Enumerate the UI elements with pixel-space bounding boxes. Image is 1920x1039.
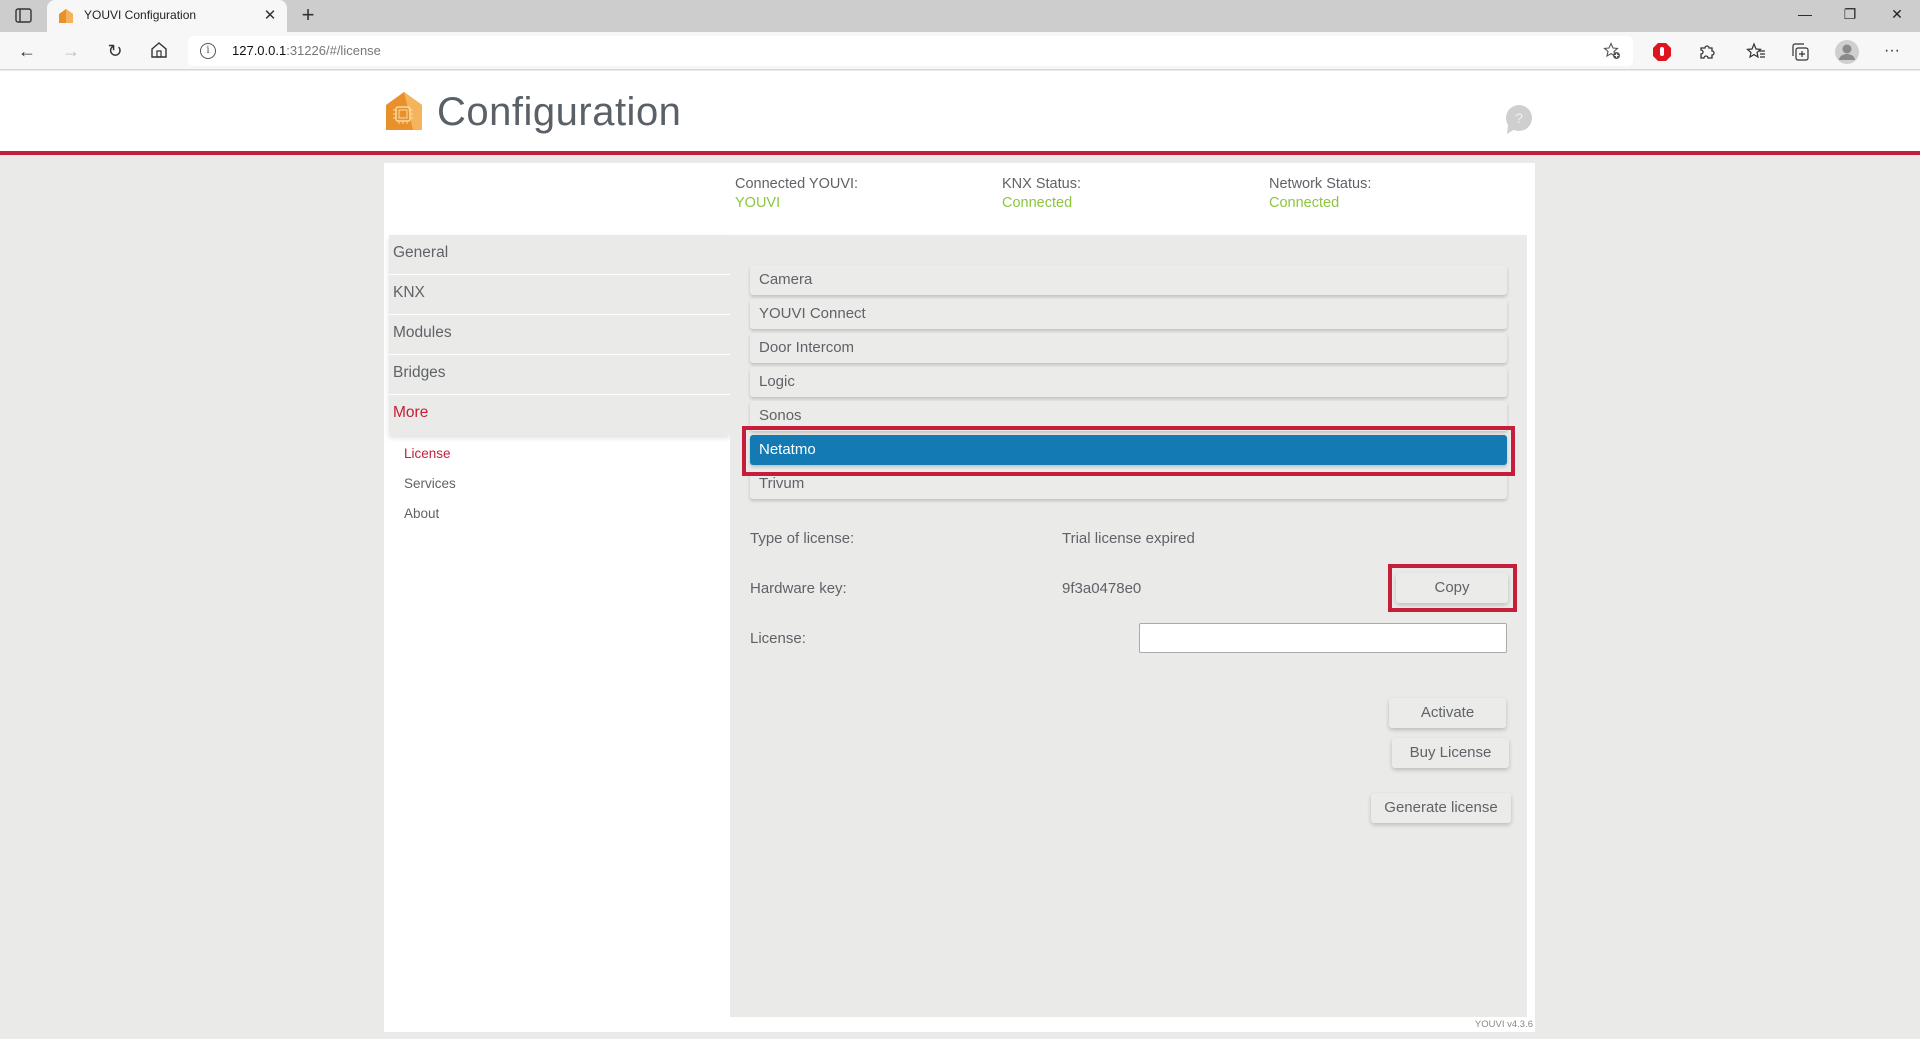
status-label: Network Status: [1269,176,1372,192]
sidebar-subnav: License Services About [404,444,456,534]
browser-toolbar: ← → ↻ i 127.0.0.1:31226/#/license ··· [0,32,1920,70]
subnav-item-services[interactable]: Services [404,474,456,504]
license-main: Camera YOUVI Connect Door Intercom Logic… [730,235,1527,1017]
adblock-icon[interactable] [1652,42,1672,62]
extensions-icon[interactable] [1697,42,1717,62]
restore-icon[interactable]: ❐ [1838,6,1862,26]
content-panel: General KNX Modules Bridges More License… [389,235,1527,1017]
copy-button[interactable]: Copy [1396,573,1508,603]
minimize-icon[interactable]: — [1793,6,1817,26]
browser-tab[interactable]: YOUVI Configuration ✕ [47,0,287,32]
header-divider [0,151,1920,155]
module-tab-door-intercom[interactable]: Door Intercom [750,333,1507,363]
module-tab-netatmo[interactable]: Netatmo [750,435,1507,465]
forward-icon[interactable]: → [60,41,82,63]
url-text[interactable]: 127.0.0.1:31226/#/license [232,43,381,58]
address-bar[interactable]: i 127.0.0.1:31226/#/license [188,36,1633,66]
status-label: KNX Status: [1002,176,1081,192]
subnav-item-about[interactable]: About [404,504,456,534]
refresh-icon[interactable]: ↻ [104,41,126,63]
main-card: Connected YOUVI: YOUVI KNX Status: Conne… [384,163,1535,1032]
sidebar-item-modules[interactable]: Modules [389,315,730,355]
license-input[interactable] [1139,623,1507,653]
hardware-key-label: Hardware key: [750,580,847,597]
status-value: YOUVI [735,195,781,211]
tab-title: YOUVI Configuration [84,8,197,22]
status-knx: KNX Status: Connected [1002,176,1081,211]
more-options-icon[interactable]: ··· [1882,42,1902,62]
page-header: Configuration ? [0,71,1920,151]
help-icon[interactable]: ? [1505,105,1533,135]
close-tab-icon[interactable]: ✕ [261,6,279,24]
hardware-key-value: 9f3a0478e0 [1062,580,1142,597]
subnav-item-license[interactable]: License [404,444,456,474]
youvi-favicon-icon [58,8,74,24]
module-tab-sonos[interactable]: Sonos [750,401,1507,431]
url-host: 127.0.0.1 [232,43,287,58]
status-network: Network Status: Connected [1269,176,1371,211]
status-connected-youvi: Connected YOUVI: YOUVI [735,176,858,211]
tab-actions-icon[interactable] [14,7,34,25]
sidebar-nav: General KNX Modules Bridges More [389,235,730,435]
youvi-logo-icon [385,91,423,131]
home-icon[interactable] [148,41,170,63]
module-tab-camera[interactable]: Camera [750,265,1507,295]
generate-license-button[interactable]: Generate license [1371,793,1511,823]
module-tab-list: Camera YOUVI Connect Door Intercom Logic… [750,265,1507,503]
module-tab-youvi-connect[interactable]: YOUVI Connect [750,299,1507,329]
collections-icon[interactable] [1790,42,1810,62]
version-label: YOUVI v4.3.6 [1474,1019,1533,1030]
license-label: License: [750,630,806,647]
license-type-label: Type of license: [750,530,855,547]
favorites-icon[interactable] [1746,42,1766,62]
site-info-icon[interactable]: i [200,43,216,59]
status-value: Connected [1002,195,1073,211]
sidebar-item-bridges[interactable]: Bridges [389,355,730,395]
new-tab-icon[interactable]: + [296,3,320,27]
close-window-icon[interactable]: ✕ [1885,6,1909,26]
buy-license-button[interactable]: Buy License [1392,738,1509,768]
svg-text:?: ? [1515,110,1523,126]
module-tab-trivum[interactable]: Trivum [750,469,1507,499]
status-label: Connected YOUVI: [735,176,859,192]
browser-tab-bar: YOUVI Configuration ✕ + — ❐ ✕ [0,0,1920,32]
page-title: Configuration [437,90,682,134]
module-tab-logic[interactable]: Logic [750,367,1507,397]
status-value: Connected [1269,195,1340,211]
license-type-value: Trial license expired [1062,530,1195,547]
sidebar-item-general[interactable]: General [389,235,730,275]
profile-avatar-icon[interactable] [1834,39,1860,65]
url-path: :31226/#/license [286,43,381,58]
activate-button[interactable]: Activate [1389,698,1506,728]
sidebar-item-knx[interactable]: KNX [389,275,730,315]
add-favorite-icon[interactable] [1603,42,1621,60]
back-icon[interactable]: ← [16,41,38,63]
sidebar: General KNX Modules Bridges More License… [389,235,730,1017]
sidebar-item-more[interactable]: More [389,395,730,435]
